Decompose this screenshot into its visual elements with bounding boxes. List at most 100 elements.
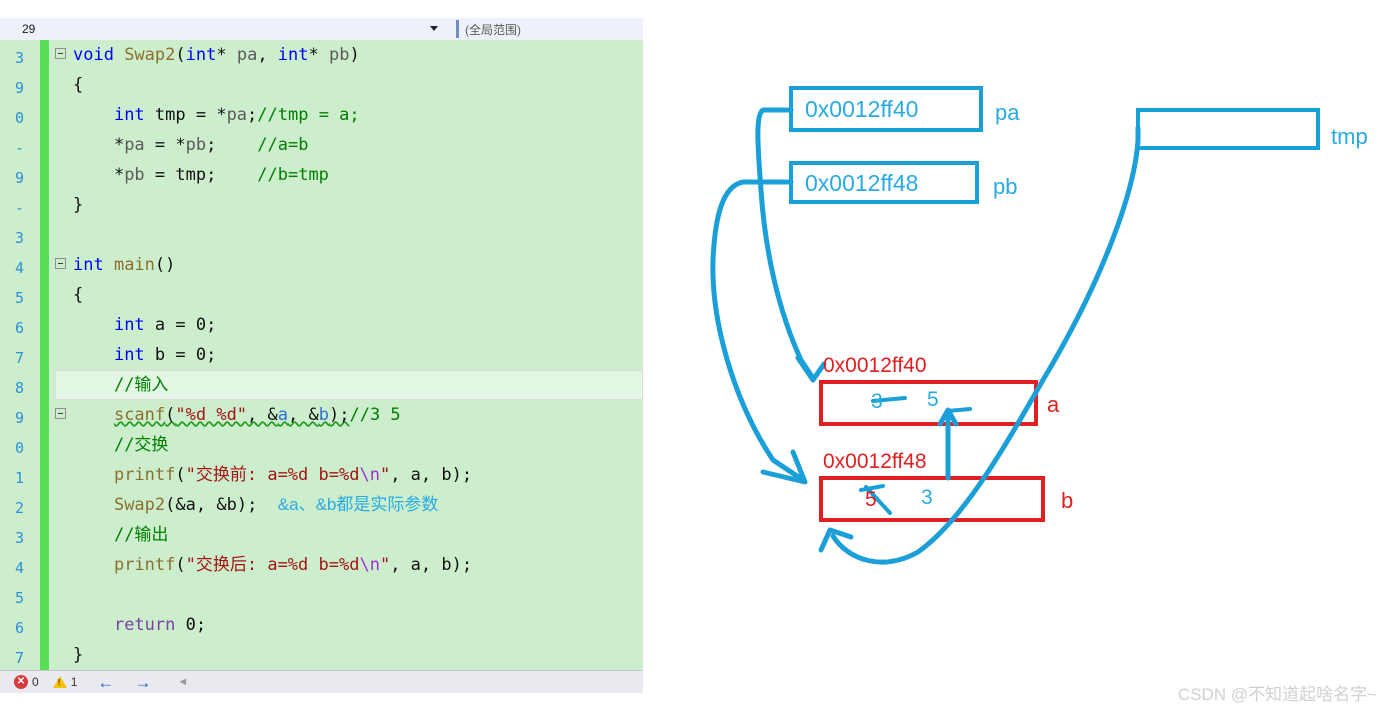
code-token: ; bbox=[206, 315, 217, 335]
code-token: ; bbox=[206, 345, 217, 365]
code-token: //输入 bbox=[113, 375, 169, 395]
code-token: //a=b bbox=[257, 135, 309, 155]
watermark: CSDN @不知道起啥名字~ bbox=[1177, 685, 1377, 704]
code-line[interactable]: printf("交换前: a=%d b=%d\n", a, b); bbox=[55, 460, 643, 490]
code-token: main bbox=[113, 255, 155, 275]
pa-box-value: 0x0012ff40 bbox=[805, 96, 919, 122]
line-number: 9 bbox=[14, 79, 24, 97]
screenshot-root: 29 (全局范围) 390-9-3456789012345678901 void… bbox=[0, 0, 1385, 717]
code-line[interactable]: Swap2(&a, &b); &a、&b都是实际参数 bbox=[55, 490, 643, 520]
code-token: 0 bbox=[195, 315, 207, 335]
code-token: void bbox=[73, 45, 125, 65]
code-token: pb bbox=[124, 165, 145, 185]
code-line[interactable] bbox=[55, 580, 643, 610]
code-token: * bbox=[73, 165, 125, 185]
code-token: ( bbox=[175, 555, 186, 575]
code-token: printf bbox=[113, 555, 176, 575]
code-token: return bbox=[113, 615, 176, 635]
line-number-gutter: 390-9-3456789012345678901 bbox=[0, 40, 26, 670]
change-indicator-bar bbox=[40, 40, 49, 670]
code-token: tmp = * bbox=[144, 105, 227, 125]
line-number: 9 bbox=[14, 409, 24, 427]
code-token: 0 bbox=[185, 615, 196, 635]
editor-surface[interactable]: 390-9-3456789012345678901 void Swap2(int… bbox=[0, 40, 643, 670]
pb-box-label: pb bbox=[993, 174, 1018, 199]
error-status[interactable]: ✕ 0 bbox=[14, 675, 39, 689]
code-token: a bbox=[277, 405, 289, 425]
code-line[interactable]: void Swap2(int* pa, int* pb) bbox=[55, 40, 643, 70]
code-token: pb bbox=[329, 45, 350, 65]
code-line[interactable]: *pa = *pb; //a=b bbox=[55, 130, 643, 160]
fold-collapse-icon[interactable] bbox=[55, 48, 66, 59]
code-token: " bbox=[379, 555, 391, 575]
code-token: ) bbox=[349, 45, 360, 65]
code-line[interactable]: int main() bbox=[55, 250, 643, 280]
scope-selector-left[interactable]: 29 bbox=[0, 18, 456, 40]
code-token: int bbox=[185, 45, 217, 65]
line-number: 8 bbox=[14, 379, 24, 397]
a-box-old-value: 3 bbox=[871, 390, 883, 413]
line-number: 6 bbox=[14, 619, 24, 637]
code-line[interactable]: printf("交换后: a=%d b=%d\n", a, b); bbox=[55, 550, 643, 580]
code-token: pa bbox=[226, 105, 248, 125]
arrow-right-icon[interactable]: → bbox=[134, 674, 151, 691]
code-token: ( bbox=[175, 45, 186, 65]
code-token: int bbox=[113, 105, 145, 125]
code-token: //交换 bbox=[113, 435, 169, 455]
scroll-left-icon[interactable]: ◄ bbox=[177, 676, 188, 688]
pb-box-value: 0x0012ff48 bbox=[805, 170, 919, 196]
code-line[interactable]: { bbox=[55, 280, 643, 310]
inline-annotation: &a、&b都是实际参数 bbox=[277, 495, 439, 514]
arrow-left-icon[interactable]: ← bbox=[97, 674, 114, 691]
code-token: , bbox=[257, 45, 278, 65]
code-line[interactable]: { bbox=[55, 70, 643, 100]
b-box-address: 0x0012ff48 bbox=[823, 450, 927, 473]
code-line[interactable]: //输出 bbox=[55, 520, 643, 550]
code-token: * bbox=[73, 135, 125, 155]
code-token: int bbox=[73, 255, 114, 275]
code-line[interactable]: scanf("%d %d", &a, &b);//3 5 bbox=[55, 400, 643, 430]
code-token: pa bbox=[124, 135, 145, 155]
code-line[interactable]: *pb = tmp; //b=tmp bbox=[55, 160, 643, 190]
line-number: 0 bbox=[14, 439, 24, 457]
editor-status-bar: ✕ 0 1 ← → ◄ bbox=[0, 670, 643, 693]
code-content[interactable]: void Swap2(int* pa, int* pb){ int tmp = … bbox=[55, 40, 643, 670]
pa-to-a-arrow bbox=[755, 107, 827, 383]
code-line[interactable]: //输入 bbox=[55, 370, 643, 400]
code-line[interactable]: int tmp = *pa;//tmp = a; bbox=[55, 100, 643, 130]
fold-collapse-icon[interactable] bbox=[55, 258, 66, 269]
code-token: "交换前: a=%d b=%d bbox=[185, 465, 360, 485]
code-line[interactable]: int b = 0; bbox=[55, 340, 643, 370]
scope-selector-right[interactable]: (全局范围) bbox=[465, 18, 643, 40]
code-token: , & bbox=[195, 495, 227, 515]
code-line[interactable]: } bbox=[55, 640, 643, 670]
code-line[interactable]: } bbox=[55, 190, 643, 220]
code-token: } bbox=[73, 195, 84, 215]
memory-diagram: 0x0012ff40 pa 0x0012ff48 pb tmp 0x0012ff… bbox=[643, 0, 1385, 717]
fold-collapse-icon[interactable] bbox=[55, 408, 66, 419]
line-number: 5 bbox=[14, 589, 24, 607]
code-token: b bbox=[226, 495, 237, 515]
code-line[interactable]: //交换 bbox=[55, 430, 643, 460]
code-token: int bbox=[113, 315, 145, 335]
code-token: } bbox=[73, 645, 84, 665]
code-token: = tmp; bbox=[144, 165, 258, 185]
code-token: { bbox=[73, 285, 84, 305]
line-number: 4 bbox=[14, 559, 24, 577]
code-token: { bbox=[73, 75, 84, 95]
code-token: = * bbox=[144, 135, 186, 155]
warning-count: 1 bbox=[70, 675, 78, 689]
code-token: " bbox=[379, 465, 391, 485]
code-line[interactable]: return 0; bbox=[55, 610, 643, 640]
chevron-down-icon[interactable] bbox=[430, 26, 438, 31]
warning-status[interactable]: 1 bbox=[52, 675, 78, 689]
code-line[interactable] bbox=[55, 220, 643, 250]
code-token: * bbox=[308, 45, 329, 65]
line-number: 7 bbox=[14, 649, 24, 667]
code-line[interactable]: int a = 0; bbox=[55, 310, 643, 340]
code-token: ; bbox=[206, 135, 258, 155]
